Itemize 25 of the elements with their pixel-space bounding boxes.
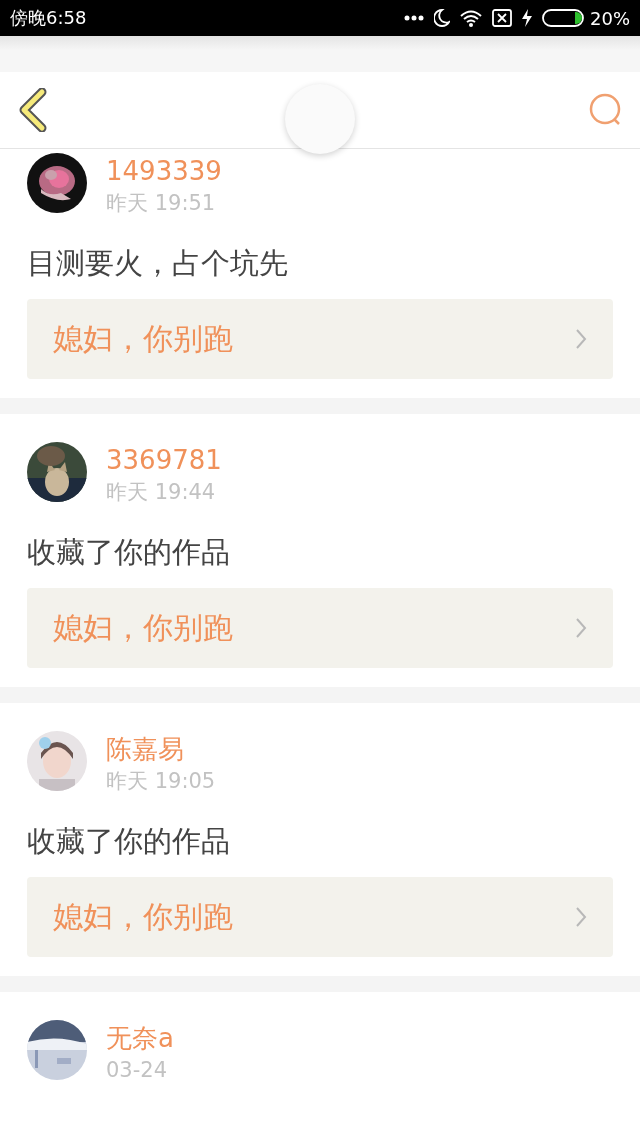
moon-icon	[434, 9, 450, 27]
user-name[interactable]: 无奈a	[106, 1024, 174, 1052]
more-icon	[404, 15, 424, 21]
message-text: 收藏了你的作品	[27, 823, 231, 859]
status-time: 傍晚6:58	[10, 6, 87, 30]
message-time: 昨天 19:51	[106, 191, 217, 215]
message-text: 目测要火，占个坑先	[27, 245, 289, 281]
wifi-icon	[460, 9, 482, 27]
battery-percent: 20%	[590, 7, 630, 29]
message-time: 昨天 19:44	[106, 480, 217, 504]
battery-icon	[542, 9, 584, 27]
message-time: 昨天 19:05	[106, 769, 216, 793]
chevron-right-icon	[575, 328, 587, 350]
user-name[interactable]: 1493339	[106, 157, 222, 185]
user-name[interactable]: 3369781	[106, 446, 222, 474]
no-sim-icon	[492, 9, 512, 27]
work-link[interactable]: 媳妇，你别跑	[27, 877, 613, 957]
message-text: 收藏了你的作品	[27, 534, 231, 570]
work-link[interactable]: 媳妇，你别跑	[27, 588, 613, 668]
message-time: 03-24	[106, 1058, 169, 1082]
user-name[interactable]: 陈嘉易	[106, 735, 216, 763]
chevron-right-icon	[575, 906, 587, 928]
work-link[interactable]: 媳妇，你别跑	[27, 299, 613, 379]
chevron-right-icon	[575, 617, 587, 639]
charging-icon	[522, 9, 532, 27]
